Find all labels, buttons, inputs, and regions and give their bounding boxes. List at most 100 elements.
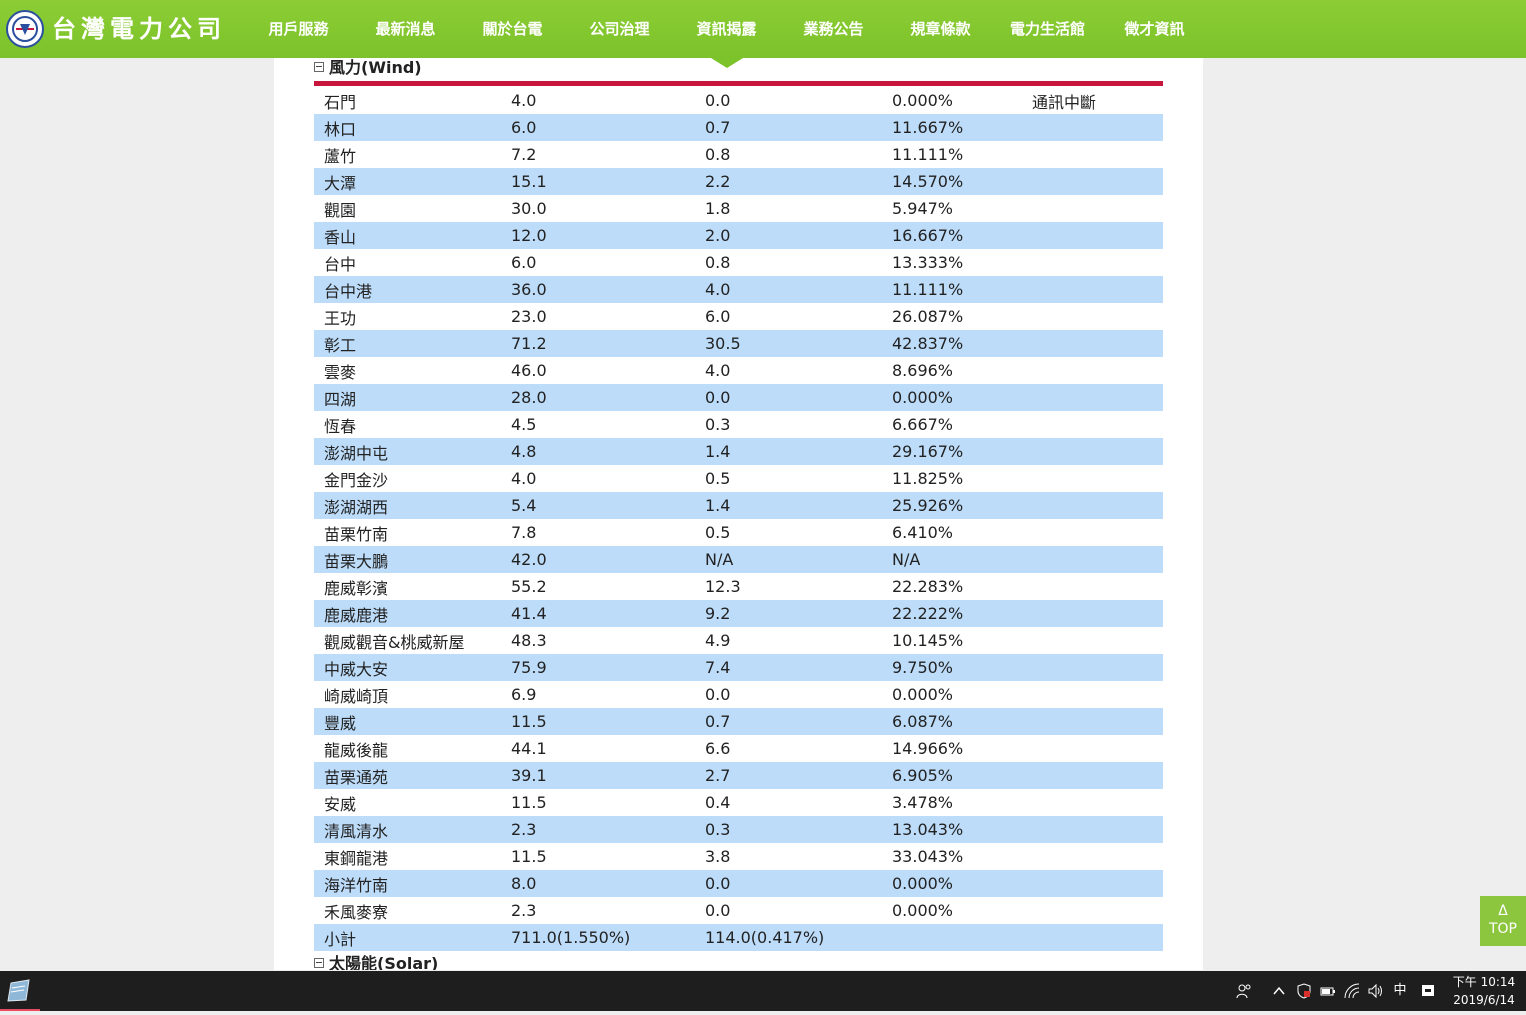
table-cell: 6.905% [882, 762, 1022, 789]
collapse-toggle-icon[interactable] [314, 62, 324, 72]
table-cell: 11.111% [892, 145, 964, 164]
notification-icon[interactable] [1419, 982, 1437, 1000]
nav-item-1[interactable]: 最新消息 [352, 0, 459, 58]
nav-item-3[interactable]: 公司治理 [566, 0, 673, 58]
notepad-app-icon [7, 979, 30, 1002]
table-cell: 14.966% [892, 739, 964, 758]
table-cell: 12.0 [501, 222, 695, 249]
site-header: 台灣電力公司 用戶服務 最新消息 關於台電 公司治理 資訊揭露 業務公告 規章條款 電力生活館… [0, 0, 1526, 68]
table-cell: 0.4 [705, 793, 731, 812]
table-row: 鹿威彰濱 55.2 12.3 22.283% [314, 573, 1163, 600]
security-shield-icon[interactable] [1295, 982, 1313, 1000]
table-cell: 澎湖中屯 [314, 438, 501, 465]
wind-section-header[interactable]: 風力(Wind) [314, 58, 422, 78]
table-cell: 0.0 [695, 870, 882, 897]
table-cell [1022, 870, 1163, 897]
table-cell: 2.3 [511, 901, 537, 920]
table-cell: 6.410% [892, 523, 954, 542]
table-cell [1022, 330, 1163, 357]
table-cell: 1.4 [695, 438, 882, 465]
table-cell: 48.3 [511, 631, 547, 650]
volume-icon[interactable] [1367, 982, 1385, 1000]
main-nav: 用戶服務 最新消息 關於台電 公司治理 資訊揭露 業務公告 規章條款 電力生活館 徵才資訊 [245, 0, 1208, 68]
table-cell [1022, 249, 1163, 276]
table-cell: 711.0(1.550%) [501, 924, 695, 951]
nav-item-0[interactable]: 用戶服務 [245, 0, 352, 58]
nav-item-7[interactable]: 電力生活館 [994, 0, 1101, 58]
table-cell: 0.000% [892, 685, 954, 704]
taipower-logo-icon[interactable] [6, 10, 44, 48]
table-cell: 禾風麥寮 [324, 902, 389, 922]
table-cell [1022, 789, 1163, 816]
table-row: 彰工 71.2 30.5 42.837% [314, 330, 1163, 357]
table-cell: 11.825% [892, 469, 964, 488]
table-cell: 28.0 [501, 384, 695, 411]
table-cell: 東鋼龍港 [324, 848, 389, 868]
table-row: 林口 6.0 0.7 11.667% [314, 114, 1163, 141]
subtotal-row: 小計 711.0(1.550%) 114.0(0.417%) [314, 924, 1163, 951]
table-cell: 11.5 [501, 708, 695, 735]
table-cell: 22.222% [882, 600, 1022, 627]
table-cell: 小計 [314, 924, 501, 951]
table-row: 恆春 4.5 0.3 6.667% [314, 411, 1163, 438]
nav-item-2[interactable]: 關於台電 [459, 0, 566, 58]
table-row: 崎威崎頂 6.9 0.0 0.000% [314, 681, 1163, 708]
table-cell: 6.0 [705, 307, 731, 326]
content-panel: 風力(Wind) 石門 4.0 0.0 0.000% 通訊中斷 林口 6.0 0.7 11.66… [274, 58, 1203, 970]
table-cell [1022, 897, 1163, 924]
table-cell: 29.167% [882, 438, 1022, 465]
wifi-icon[interactable] [1343, 982, 1361, 1000]
collapse-toggle-icon[interactable] [314, 958, 324, 968]
table-cell [1022, 708, 1163, 735]
taskbar-app-button[interactable] [0, 971, 40, 1011]
table-cell: 23.0 [511, 307, 547, 326]
table-cell: 3.478% [892, 793, 954, 812]
table-cell: 5.4 [501, 492, 695, 519]
table-cell: 0.0 [705, 685, 731, 704]
back-to-top-button[interactable]: Δ TOP [1480, 896, 1526, 946]
table-cell: 澎湖湖西 [314, 492, 501, 519]
system-clock[interactable]: 下午 10:14 2019/6/14 [1446, 973, 1522, 1009]
nav-item-5[interactable]: 業務公告 [780, 0, 887, 58]
table-cell: 55.2 [511, 577, 547, 596]
table-cell [1022, 627, 1163, 654]
table-cell: 9.2 [695, 600, 882, 627]
table-cell [1022, 681, 1163, 708]
table-row: 澎湖湖西 5.4 1.4 25.926% [314, 492, 1163, 519]
company-name[interactable]: 台灣電力公司 [52, 13, 226, 45]
table-cell: 11.5 [511, 793, 547, 812]
table-cell: 15.1 [501, 168, 695, 195]
table-row: 豐威 11.5 0.7 6.087% [314, 708, 1163, 735]
solar-section-header[interactable]: 太陽能(Solar) [314, 954, 438, 970]
table-row: 四湖 28.0 0.0 0.000% [314, 384, 1163, 411]
table-cell: 0.8 [705, 145, 731, 164]
table-cell: 崎威崎頂 [324, 686, 389, 706]
table-cell [1022, 303, 1163, 330]
table-cell [1022, 924, 1163, 951]
table-cell: 0.3 [705, 415, 731, 434]
chevron-up-icon[interactable] [1270, 982, 1288, 1000]
table-cell: 苗栗大鵬 [314, 546, 501, 573]
taskbar: 中 下午 10:14 2019/6/14 [0, 971, 1526, 1011]
table-row: 清風清水 2.3 0.3 13.043% [314, 816, 1163, 843]
nav-item-4[interactable]: 資訊揭露 [673, 0, 780, 68]
table-row: 金門金沙 4.0 0.5 11.825% [314, 465, 1163, 492]
table-row: 鹿威鹿港 41.4 9.2 22.222% [314, 600, 1163, 627]
table-cell: 觀威觀音&桃威新屋 [324, 632, 465, 652]
nav-item-8[interactable]: 徵才資訊 [1101, 0, 1208, 58]
table-cell: 豐威 [314, 708, 501, 735]
table-cell: 0.000% [892, 901, 954, 920]
table-cell: 0.000% [882, 384, 1022, 411]
table-cell: 2.3 [501, 816, 695, 843]
nav-item-6[interactable]: 規章條款 [887, 0, 994, 58]
table-cell: 6.087% [882, 708, 1022, 735]
table-cell: 41.4 [501, 600, 695, 627]
table-cell [1022, 384, 1163, 411]
table-cell [1022, 168, 1163, 195]
ime-icon[interactable]: 中 [1391, 982, 1409, 1000]
battery-icon[interactable] [1319, 982, 1337, 1000]
table-cell: 台中 [324, 254, 357, 274]
table-cell: 7.8 [511, 523, 537, 542]
table-cell: 71.2 [501, 330, 695, 357]
people-icon[interactable] [1235, 982, 1253, 1000]
